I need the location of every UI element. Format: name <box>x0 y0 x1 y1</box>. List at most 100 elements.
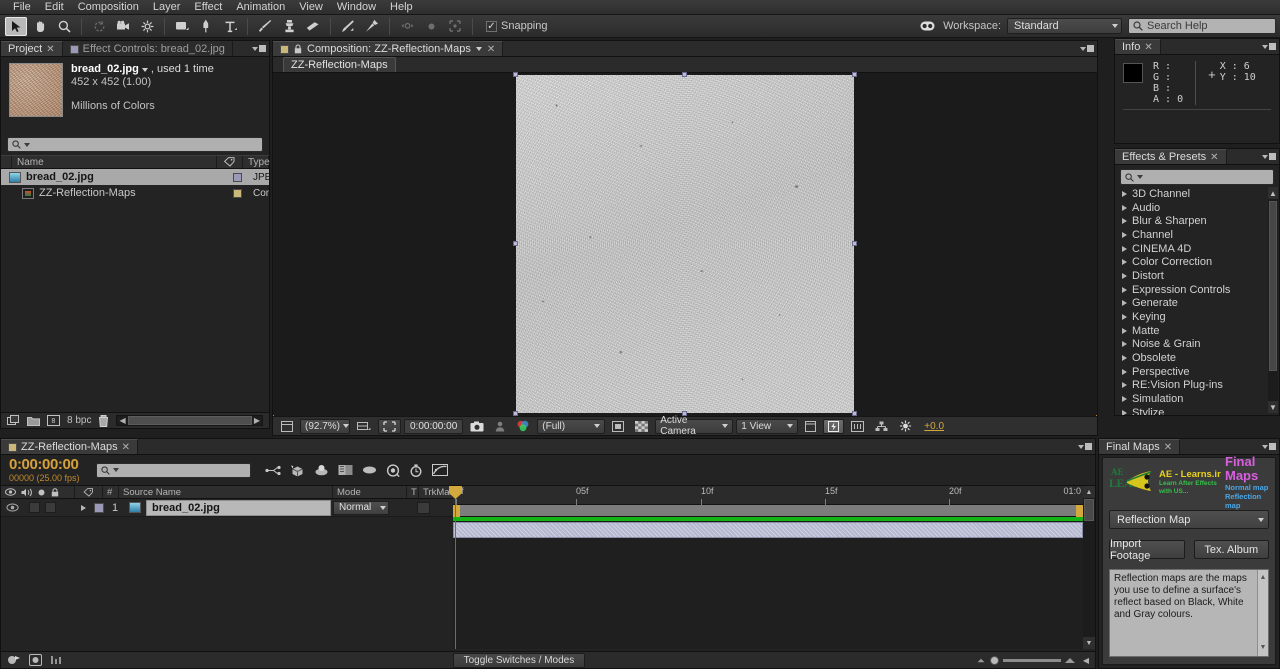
close-icon[interactable]: ✕ <box>1144 42 1152 53</box>
chevron-right-icon[interactable] <box>1122 409 1127 415</box>
col-label-icon[interactable] <box>217 156 243 168</box>
project-item-bread[interactable]: bread_02.jpg JPEG <box>1 169 269 185</box>
exposure-value[interactable]: +0.0 <box>920 419 948 434</box>
chevron-right-icon[interactable] <box>1122 259 1127 266</box>
new-folder-icon[interactable] <box>27 415 40 426</box>
always-preview-icon[interactable] <box>277 419 297 434</box>
lock-icon[interactable] <box>51 487 59 497</box>
scroll-left-icon[interactable]: ◀ <box>117 416 127 425</box>
transform-handle-tl[interactable] <box>513 72 518 77</box>
work-area-bar[interactable] <box>453 505 1083 517</box>
scroll-down-icon[interactable]: ▼ <box>1083 637 1095 649</box>
project-item-comp[interactable]: ZZ-Reflection-Maps Composition <box>1 185 269 201</box>
composition-mini-flowchart-icon[interactable] <box>265 465 281 476</box>
tab-project[interactable]: Project ✕ <box>1 41 63 56</box>
snapping-checkbox[interactable]: ✓ <box>486 20 497 32</box>
camera-tool-icon[interactable] <box>112 17 134 36</box>
source-name-header[interactable]: Source Name <box>119 486 333 498</box>
chevron-down-icon[interactable] <box>1137 175 1143 179</box>
composition-panel-menu-button[interactable] <box>1077 41 1097 56</box>
timeline-zoom-slider[interactable] <box>976 655 1075 665</box>
effect-category-revision-plugins[interactable]: RE:Vision Plug-ins <box>1115 379 1279 393</box>
transform-handle-ml[interactable] <box>513 241 518 246</box>
layer-source-name-cell[interactable]: bread_02.jpg <box>123 499 331 516</box>
show-channel-icon[interactable] <box>512 419 534 434</box>
description-scrollbar[interactable]: ▲ ▼ <box>1257 570 1268 656</box>
effect-category-channel[interactable]: Channel <box>1115 228 1279 242</box>
view-layout-select[interactable]: 1 View <box>736 418 799 434</box>
chevron-right-icon[interactable] <box>1122 300 1127 307</box>
camera-select[interactable]: Active Camera <box>655 415 734 437</box>
layer-switches-icon[interactable] <box>7 654 21 666</box>
layer-duration-bar[interactable] <box>453 522 1083 538</box>
chevron-right-icon[interactable] <box>1122 218 1127 225</box>
choose-grid-guides-icon[interactable] <box>353 419 375 434</box>
effect-category-expression-controls[interactable]: Expression Controls <box>1115 283 1279 297</box>
close-icon[interactable]: ✕ <box>487 44 495 55</box>
snapping-toggle[interactable]: ✓ Snapping <box>486 20 548 32</box>
import-footage-button[interactable]: Import Footage <box>1109 538 1185 562</box>
scroll-up-icon[interactable]: ▲ <box>1268 187 1278 199</box>
tab-effects-presets[interactable]: Effects & Presets ✕ <box>1115 149 1227 164</box>
comp-flowchart-icon[interactable] <box>871 419 892 434</box>
layer-mode-select[interactable]: Normal <box>333 500 389 515</box>
effect-category-cinema-4d[interactable]: CINEMA 4D <box>1115 242 1279 256</box>
effects-vertical-scrollbar[interactable]: ▲ ▼ <box>1268 187 1278 413</box>
menu-item-layer[interactable]: Layer <box>146 0 188 15</box>
fast-previews-icon[interactable] <box>823 418 845 434</box>
hide-shy-layers-icon[interactable] <box>314 464 329 476</box>
clone-stamp-tool-icon[interactable] <box>278 17 300 36</box>
timeline-graph-area[interactable]: 0f 05f 10f 15f 20f 01:0 <box>449 486 1083 649</box>
graph-toggle-icon[interactable] <box>50 654 62 666</box>
ellipse-dot-icon[interactable] <box>420 17 442 36</box>
tex-album-button[interactable]: Tex. Album <box>1193 540 1269 559</box>
close-icon[interactable]: ✕ <box>122 442 130 453</box>
take-snapshot-icon[interactable] <box>466 419 488 434</box>
solo-icon[interactable] <box>37 488 46 497</box>
region-toggle-icon[interactable] <box>608 419 628 434</box>
label-color-swatch[interactable] <box>233 188 242 198</box>
pan-behind-tool-icon[interactable] <box>136 17 158 36</box>
lock-icon[interactable] <box>294 44 302 54</box>
auto-keyframe-icon[interactable] <box>409 463 423 477</box>
chevron-right-icon[interactable] <box>1122 286 1127 293</box>
rotation-tool-icon[interactable] <box>88 17 110 36</box>
effect-category-simulation[interactable]: Simulation <box>1115 392 1279 406</box>
enable-frame-blending-icon[interactable] <box>338 464 353 476</box>
transform-handle-tc[interactable] <box>682 72 687 77</box>
playhead-line[interactable] <box>449 486 462 649</box>
chevron-down-icon[interactable] <box>475 47 482 51</box>
effects-search-input[interactable] <box>1120 169 1274 185</box>
chevron-right-icon[interactable] <box>1122 327 1127 334</box>
layer-visibility-toggle[interactable] <box>1 503 23 512</box>
close-icon[interactable]: ✕ <box>46 44 54 55</box>
effect-category-generate[interactable]: Generate <box>1115 297 1279 311</box>
tab-composition[interactable]: Composition: ZZ-Reflection-Maps ✕ <box>273 41 504 56</box>
effect-category-stylize[interactable]: Stylize <box>1115 406 1279 415</box>
info-panel-menu-button[interactable] <box>1259 39 1279 54</box>
scroll-right-icon[interactable]: ▶ <box>252 416 262 425</box>
menu-item-file[interactable]: File <box>6 0 38 15</box>
transform-handle-tr[interactable] <box>852 72 857 77</box>
transfer-controls-icon[interactable] <box>29 654 42 666</box>
project-horizontal-scrollbar[interactable]: ◀ ▶ <box>116 415 263 426</box>
col-type[interactable]: Type <box>243 156 270 168</box>
chevron-down-icon[interactable] <box>24 142 30 147</box>
composition-timecode[interactable]: 0:00:00:00 <box>404 418 464 434</box>
effect-category-3d-channel[interactable]: 3D Channel <box>1115 187 1279 201</box>
search-help-input[interactable]: Search Help <box>1128 18 1276 34</box>
scrollbar-thumb[interactable] <box>1084 499 1094 521</box>
bit-depth-label[interactable]: 8 bpc <box>67 415 91 426</box>
eye-icon[interactable] <box>5 488 16 496</box>
work-area-end-handle[interactable] <box>1076 505 1083 517</box>
region-of-interest-icon[interactable] <box>378 418 401 434</box>
tab-effect-controls[interactable]: Effect Controls: bread_02.jpg <box>62 41 233 56</box>
menu-item-help[interactable]: Help <box>383 0 420 15</box>
timeline-vertical-scrollbar[interactable]: ▲ ▼ <box>1083 486 1095 649</box>
layer-label-swatch[interactable] <box>91 502 107 513</box>
tab-timeline-comp[interactable]: ZZ-Reflection-Maps ✕ <box>1 439 138 454</box>
effect-category-audio[interactable]: Audio <box>1115 201 1279 215</box>
audio-icon[interactable] <box>21 488 32 497</box>
bit-depth-icon[interactable]: 8 <box>47 415 60 426</box>
chevron-right-icon[interactable] <box>1122 396 1127 403</box>
